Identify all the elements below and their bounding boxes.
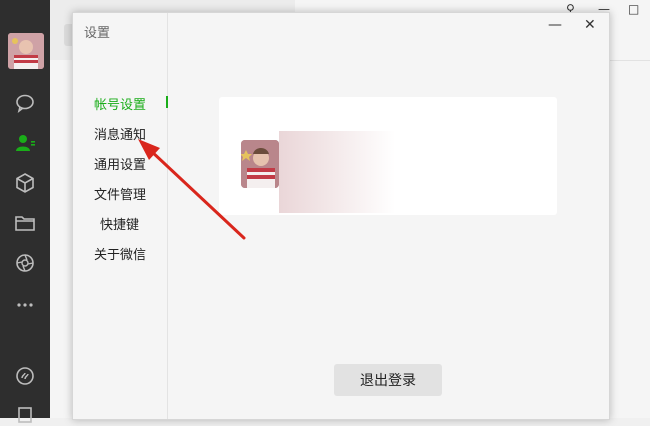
dialog-minimize-icon[interactable]: — [548, 17, 562, 33]
avatar[interactable] [8, 33, 44, 69]
menu-icon[interactable] [13, 402, 37, 426]
account-card [219, 97, 557, 215]
favorites-icon[interactable] [13, 171, 37, 195]
dialog-close-icon[interactable]: ✕ [584, 17, 596, 33]
nav-item-about-wechat[interactable]: 关于微信 [94, 244, 146, 263]
logout-button[interactable]: 退出登录 [334, 364, 442, 396]
nav-item-account-settings[interactable]: 帐号设置 [94, 94, 146, 113]
more-icon[interactable] [13, 291, 37, 315]
nav-item-general-settings[interactable]: 通用设置 [94, 154, 146, 173]
nav-item-file-management[interactable]: 文件管理 [94, 184, 146, 203]
dialog-title: 设置 [84, 26, 111, 41]
contacts-icon[interactable] [13, 131, 37, 155]
left-nav-rail [0, 0, 50, 423]
nav-item-shortcuts[interactable]: 快捷键 [100, 214, 139, 233]
moments-icon[interactable] [13, 251, 37, 275]
files-icon[interactable] [13, 211, 37, 235]
settings-dialog: 设置 帐号设置 消息通知 通用设置 文件管理 快捷键 关于微信 — ✕ 退出登录 [72, 12, 610, 420]
maximize-icon[interactable]: □ [628, 2, 639, 16]
blurred-account-name [279, 131, 395, 213]
mini-program-icon[interactable] [13, 364, 37, 388]
nav-item-message-notifications[interactable]: 消息通知 [94, 124, 146, 143]
active-nav-indicator [166, 96, 168, 108]
chat-icon[interactable] [13, 91, 37, 115]
settings-nav: 设置 帐号设置 消息通知 通用设置 文件管理 快捷键 关于微信 [73, 13, 168, 419]
account-avatar [241, 140, 279, 188]
